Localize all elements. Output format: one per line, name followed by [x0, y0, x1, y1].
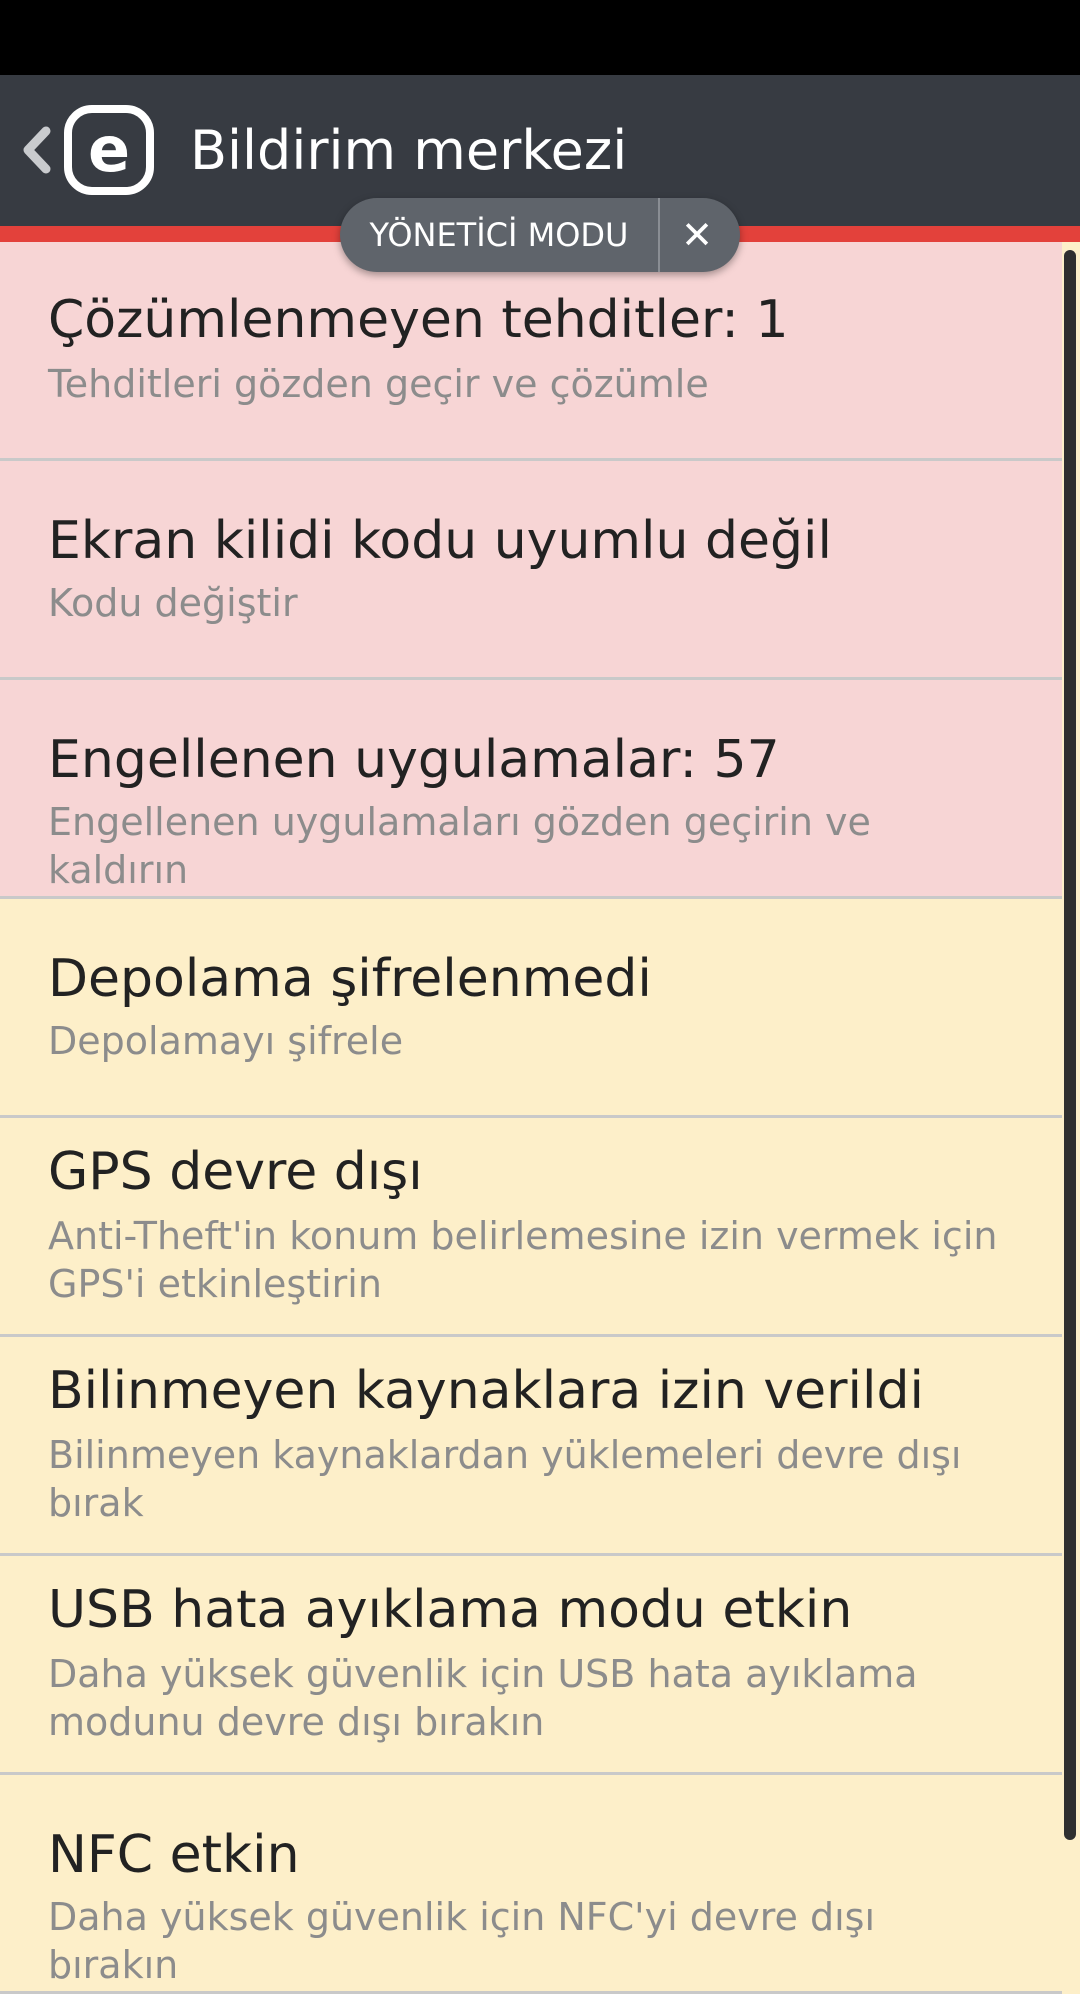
notification-subtitle: Engellenen uygulamaları gözden geçirin v…: [48, 800, 871, 892]
notification-list: Çözümlenmeyen tehditler: 1 Tehditleri gö…: [0, 242, 1062, 1994]
scrollbar[interactable]: [1064, 250, 1076, 1840]
notification-item-unresolved-threats[interactable]: Çözümlenmeyen tehditler: 1 Tehditleri gö…: [0, 242, 1062, 461]
status-bar: [0, 0, 1080, 75]
admin-mode-label: YÖNETİCİ MODU: [369, 216, 629, 254]
admin-mode-divider: [658, 198, 660, 272]
close-icon[interactable]: ✕: [662, 198, 732, 272]
notification-item-screen-lock[interactable]: Ekran kilidi kodu uyumlu değil Kodu deği…: [0, 461, 1062, 680]
notification-subtitle: Daha yüksek güvenlik için NFC'yi devre d…: [48, 1895, 876, 1987]
notification-item-gps[interactable]: GPS devre dışı Anti-Theft'in konum belir…: [0, 1118, 1062, 1337]
notification-item-blocked-apps[interactable]: Engellenen uygulamalar: 57 Engellenen uy…: [0, 680, 1062, 899]
chevron-left-icon[interactable]: [18, 125, 52, 175]
notification-title: USB hata ayıklama modu etkin: [48, 1580, 853, 1640]
notification-subtitle: Daha yüksek güvenlik için USB hata ayıkl…: [48, 1652, 918, 1744]
notification-subtitle: Bilinmeyen kaynaklardan yüklemeleri devr…: [48, 1433, 962, 1525]
notification-title: GPS devre dışı: [48, 1142, 423, 1202]
notification-subtitle: Depolamayı şifrele: [48, 1019, 404, 1063]
notification-title: Depolama şifrelenmedi: [48, 949, 652, 1009]
logo-letter: e: [88, 113, 130, 186]
notification-subtitle: Anti-Theft'in konum belirlemesine izin v…: [48, 1214, 998, 1306]
eset-logo-icon[interactable]: e: [64, 105, 154, 195]
notification-item-storage-encryption[interactable]: Depolama şifrelenmedi Depolamayı şifrele: [0, 899, 1062, 1118]
notification-title: Çözümlenmeyen tehditler: 1: [48, 290, 789, 350]
notification-subtitle: Tehditleri gözden geçir ve çözümle: [48, 362, 709, 406]
notification-subtitle: Kodu değiştir: [48, 581, 298, 625]
notification-title: Bilinmeyen kaynaklara izin verildi: [48, 1361, 924, 1421]
notification-item-nfc[interactable]: NFC etkin Daha yüksek güvenlik için NFC'…: [0, 1775, 1062, 1994]
notification-title: NFC etkin: [48, 1825, 300, 1885]
notification-item-unknown-sources[interactable]: Bilinmeyen kaynaklara izin verildi Bilin…: [0, 1337, 1062, 1556]
notification-title: Ekran kilidi kodu uyumlu değil: [48, 511, 832, 571]
notification-item-usb-debugging[interactable]: USB hata ayıklama modu etkin Daha yüksek…: [0, 1556, 1062, 1775]
page-title: Bildirim merkezi: [190, 119, 628, 182]
admin-mode-badge: YÖNETİCİ MODU ✕: [340, 198, 740, 272]
notification-title: Engellenen uygulamalar: 57: [48, 730, 780, 790]
